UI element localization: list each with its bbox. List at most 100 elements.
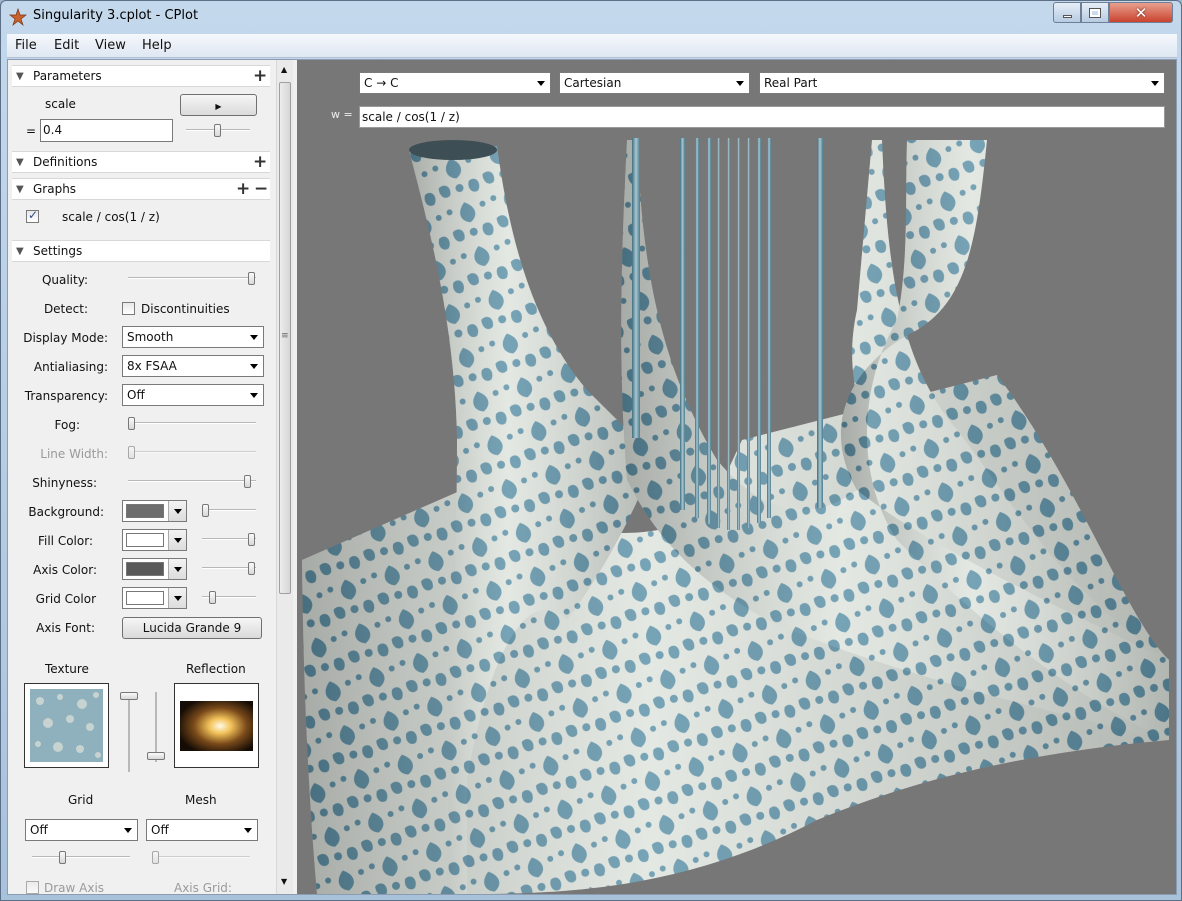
background-alpha-slider[interactable] [202, 504, 256, 517]
axis-color-button[interactable] [122, 558, 187, 580]
section-parameters[interactable]: ▼ Parameters + [12, 65, 270, 87]
side-panel-scrollbar[interactable]: ▲ ≡ ▼ [276, 60, 293, 894]
plot-viewport[interactable]: C → C Cartesian Real Part w = scale / co… [297, 60, 1176, 894]
coordinates-value: Cartesian [564, 76, 622, 90]
axis-alpha-slider[interactable] [202, 562, 256, 575]
draw-axis-label: Draw Axis [44, 881, 105, 894]
fill-swatch [126, 533, 164, 547]
formula-input[interactable]: scale / cos(1 / z) [359, 106, 1165, 128]
chevron-down-icon [168, 559, 186, 579]
axis-font-button[interactable]: Lucida Grande 9 [122, 617, 262, 639]
chevron-down-icon [736, 81, 744, 86]
axis-grid-label: Axis Grid: [174, 881, 232, 894]
section-settings-label: Settings [33, 244, 83, 258]
antialiasing-select[interactable]: 8x FSAA [122, 355, 264, 377]
fill-color-button[interactable] [122, 529, 187, 551]
mesh-value: Off [151, 823, 169, 837]
chevron-down-icon [244, 828, 252, 833]
collapse-triangle-icon: ▼ [16, 157, 24, 168]
coordinates-select[interactable]: Cartesian [559, 72, 750, 94]
quality-slider[interactable] [128, 272, 256, 285]
section-graphs-label: Graphs [33, 182, 77, 196]
transparency-value: Off [127, 388, 145, 402]
app-window: Singularity 3.cplot - CPlot ✕ File Edit … [0, 0, 1182, 901]
background-color-button[interactable] [122, 500, 187, 522]
menu-edit[interactable]: Edit [54, 38, 79, 53]
scroll-down-icon[interactable]: ▼ [281, 877, 287, 886]
formula-text: scale / cos(1 / z) [362, 110, 460, 124]
maximize-icon [1089, 7, 1101, 18]
close-icon: ✕ [1134, 3, 1148, 22]
add-graph-button[interactable]: + [236, 179, 250, 199]
axis-color-label: Axis Color: [33, 563, 97, 577]
client-area: ▼ Parameters + scale ▶ = 0.4 ▼ Definitio… [7, 59, 1177, 895]
maximize-button[interactable] [1081, 2, 1109, 23]
transparency-select[interactable]: Off [122, 384, 264, 406]
line-width-label: Line Width: [40, 447, 108, 461]
scrollbar-thumb[interactable]: ≡ [279, 82, 291, 594]
chevron-down-icon [1151, 81, 1159, 86]
grid-color-label: Grid Color [35, 592, 96, 606]
reflection-thumbnail[interactable] [174, 683, 259, 768]
grid-select[interactable]: Off [25, 819, 138, 841]
remove-graph-button[interactable]: − [254, 179, 268, 199]
axis-swatch [126, 562, 164, 576]
collapse-triangle-icon: ▼ [16, 71, 24, 82]
quality-label: Quality: [41, 273, 88, 287]
chevron-down-icon [250, 393, 258, 398]
discontinuities-label: Discontinuities [141, 302, 230, 316]
chevron-down-icon [250, 364, 258, 369]
scroll-up-icon[interactable]: ▲ [281, 65, 287, 74]
grid-color-button[interactable] [122, 587, 187, 609]
parameter-play-button[interactable]: ▶ [180, 94, 257, 116]
mapping-select[interactable]: C → C [359, 72, 551, 94]
close-button[interactable]: ✕ [1109, 2, 1173, 23]
display-mode-label: Display Mode: [23, 331, 108, 345]
texture-label: Texture [45, 662, 89, 676]
formula-label: w = [331, 108, 353, 121]
title-bar[interactable]: Singularity 3.cplot - CPlot ✕ [1, 1, 1181, 33]
fog-slider[interactable] [128, 417, 256, 430]
add-parameter-button[interactable]: + [253, 66, 267, 86]
component-select[interactable]: Real Part [759, 72, 1165, 94]
chevron-down-icon [168, 588, 186, 608]
parameter-slider[interactable] [186, 124, 250, 137]
chevron-down-icon [168, 530, 186, 550]
background-label: Background: [28, 505, 104, 519]
line-width-slider[interactable] [128, 446, 256, 459]
menu-view[interactable]: View [95, 38, 126, 53]
damask-texture-image [30, 689, 103, 762]
texture-thumbnail[interactable] [24, 683, 109, 768]
section-settings[interactable]: ▼ Settings [12, 240, 270, 262]
draw-axis-checkbox[interactable] [26, 881, 39, 894]
surface-plot[interactable] [297, 60, 1176, 894]
grid-density-slider[interactable] [32, 851, 130, 864]
reflection-label: Reflection [186, 662, 246, 676]
section-definitions[interactable]: ▼ Definitions + [12, 151, 270, 173]
texture-scale-slider[interactable] [120, 692, 138, 772]
section-parameters-label: Parameters [33, 69, 102, 83]
reflection-amount-slider[interactable] [147, 692, 165, 762]
graph-visible-checkbox[interactable]: ✓ [26, 208, 39, 223]
minimize-button[interactable] [1053, 2, 1081, 23]
mesh-select[interactable]: Off [146, 819, 258, 841]
section-definitions-label: Definitions [33, 155, 98, 169]
chevron-down-icon [537, 81, 545, 86]
graph-item-label[interactable]: scale / cos(1 / z) [62, 210, 160, 224]
antialiasing-value: 8x FSAA [127, 359, 177, 373]
background-swatch [126, 504, 164, 518]
display-mode-select[interactable]: Smooth [122, 326, 264, 348]
fill-alpha-slider[interactable] [202, 533, 256, 546]
menu-help[interactable]: Help [142, 38, 172, 53]
section-graphs[interactable]: ▼ Graphs + − [12, 178, 270, 200]
parameter-value-input[interactable]: 0.4 [40, 119, 173, 142]
grid-alpha-slider[interactable] [202, 591, 256, 604]
add-definition-button[interactable]: + [253, 152, 267, 172]
menu-file[interactable]: File [15, 38, 37, 53]
fog-label: Fog: [54, 418, 80, 432]
window-title: Singularity 3.cplot - CPlot [33, 8, 199, 23]
shinyness-slider[interactable] [128, 475, 256, 488]
mesh-density-slider[interactable] [152, 851, 250, 864]
discontinuities-checkbox[interactable] [122, 302, 135, 315]
cplot-star-icon [9, 8, 27, 26]
